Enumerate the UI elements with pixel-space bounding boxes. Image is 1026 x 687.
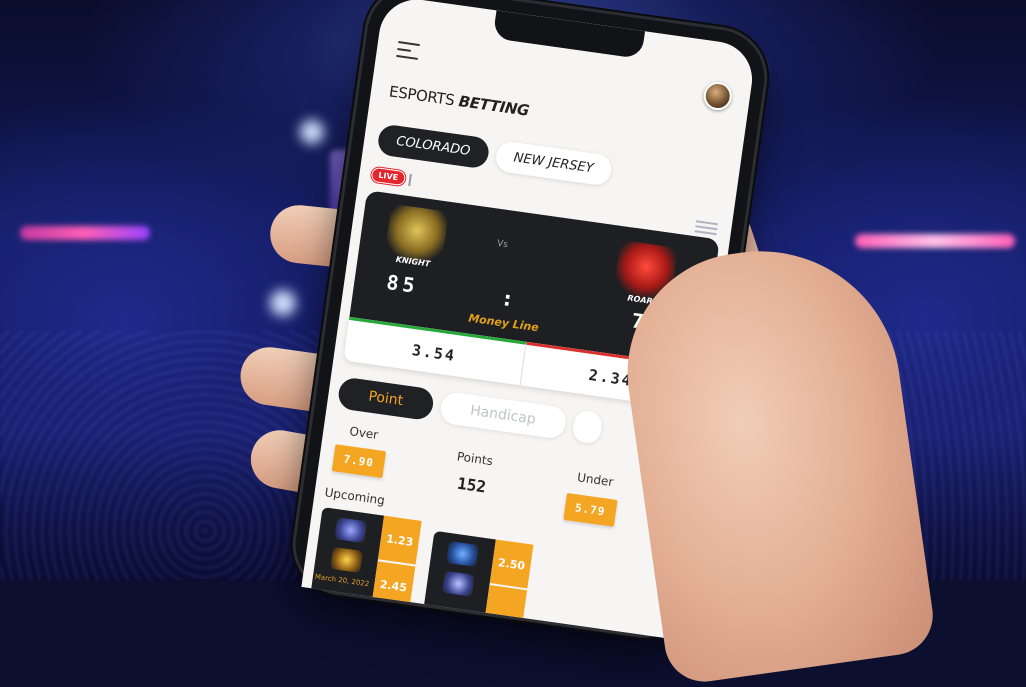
state-tabs: COLORADO NEW JERSEY bbox=[376, 123, 614, 187]
arena-light bbox=[270, 290, 296, 316]
upcoming-match-card[interactable]: 1.23 2.45 bbox=[310, 507, 422, 611]
team-logo-icon bbox=[446, 540, 479, 567]
arena-light bbox=[300, 120, 324, 144]
user-avatar[interactable] bbox=[701, 80, 734, 112]
live-indicator: LIVE bbox=[370, 166, 412, 187]
team-a-score: 85 bbox=[385, 269, 421, 299]
app-title: ESPORTS BETTING bbox=[388, 82, 530, 119]
tab-more[interactable] bbox=[570, 409, 604, 445]
points-value: 152 bbox=[456, 473, 488, 497]
hamburger-menu-icon[interactable] bbox=[396, 41, 421, 60]
over-odds-button[interactable]: 7.90 bbox=[331, 444, 386, 479]
upcoming-heading: Upcoming bbox=[323, 485, 386, 508]
tab-colorado[interactable]: COLORADO bbox=[376, 123, 491, 170]
under-label: Under bbox=[576, 470, 615, 490]
under-odds-button[interactable]: 5.79 bbox=[563, 492, 618, 527]
upcoming-odds-button[interactable]: 2.45 bbox=[371, 561, 416, 611]
app-title-light: ESPORTS bbox=[387, 82, 456, 110]
upcoming-team-logos bbox=[421, 530, 496, 629]
arena-led-strip bbox=[20, 226, 150, 240]
arena-led-strip bbox=[855, 234, 1015, 248]
vs-label: Vs bbox=[496, 238, 509, 251]
list-view-icon[interactable] bbox=[694, 220, 719, 238]
upcoming-odds-button[interactable]: 1.23 bbox=[377, 515, 422, 565]
live-badge: LIVE bbox=[370, 166, 406, 187]
upcoming-match-card[interactable]: 2.50 bbox=[421, 530, 534, 634]
live-divider bbox=[408, 173, 412, 186]
app-title-bold: BETTING bbox=[457, 92, 531, 120]
tab-new-jersey[interactable]: NEW JERSEY bbox=[493, 139, 614, 187]
upcoming-odds-button[interactable]: 2.50 bbox=[489, 539, 534, 589]
points-label: Points bbox=[456, 449, 494, 469]
score-separator: : bbox=[501, 286, 514, 312]
over-label: Over bbox=[348, 424, 380, 443]
upcoming-odds-button[interactable] bbox=[483, 585, 528, 634]
team-logo-icon bbox=[334, 517, 368, 544]
money-line-label: Money Line bbox=[467, 311, 540, 335]
team-logo-icon bbox=[330, 546, 363, 573]
team-logo-icon bbox=[441, 570, 475, 597]
